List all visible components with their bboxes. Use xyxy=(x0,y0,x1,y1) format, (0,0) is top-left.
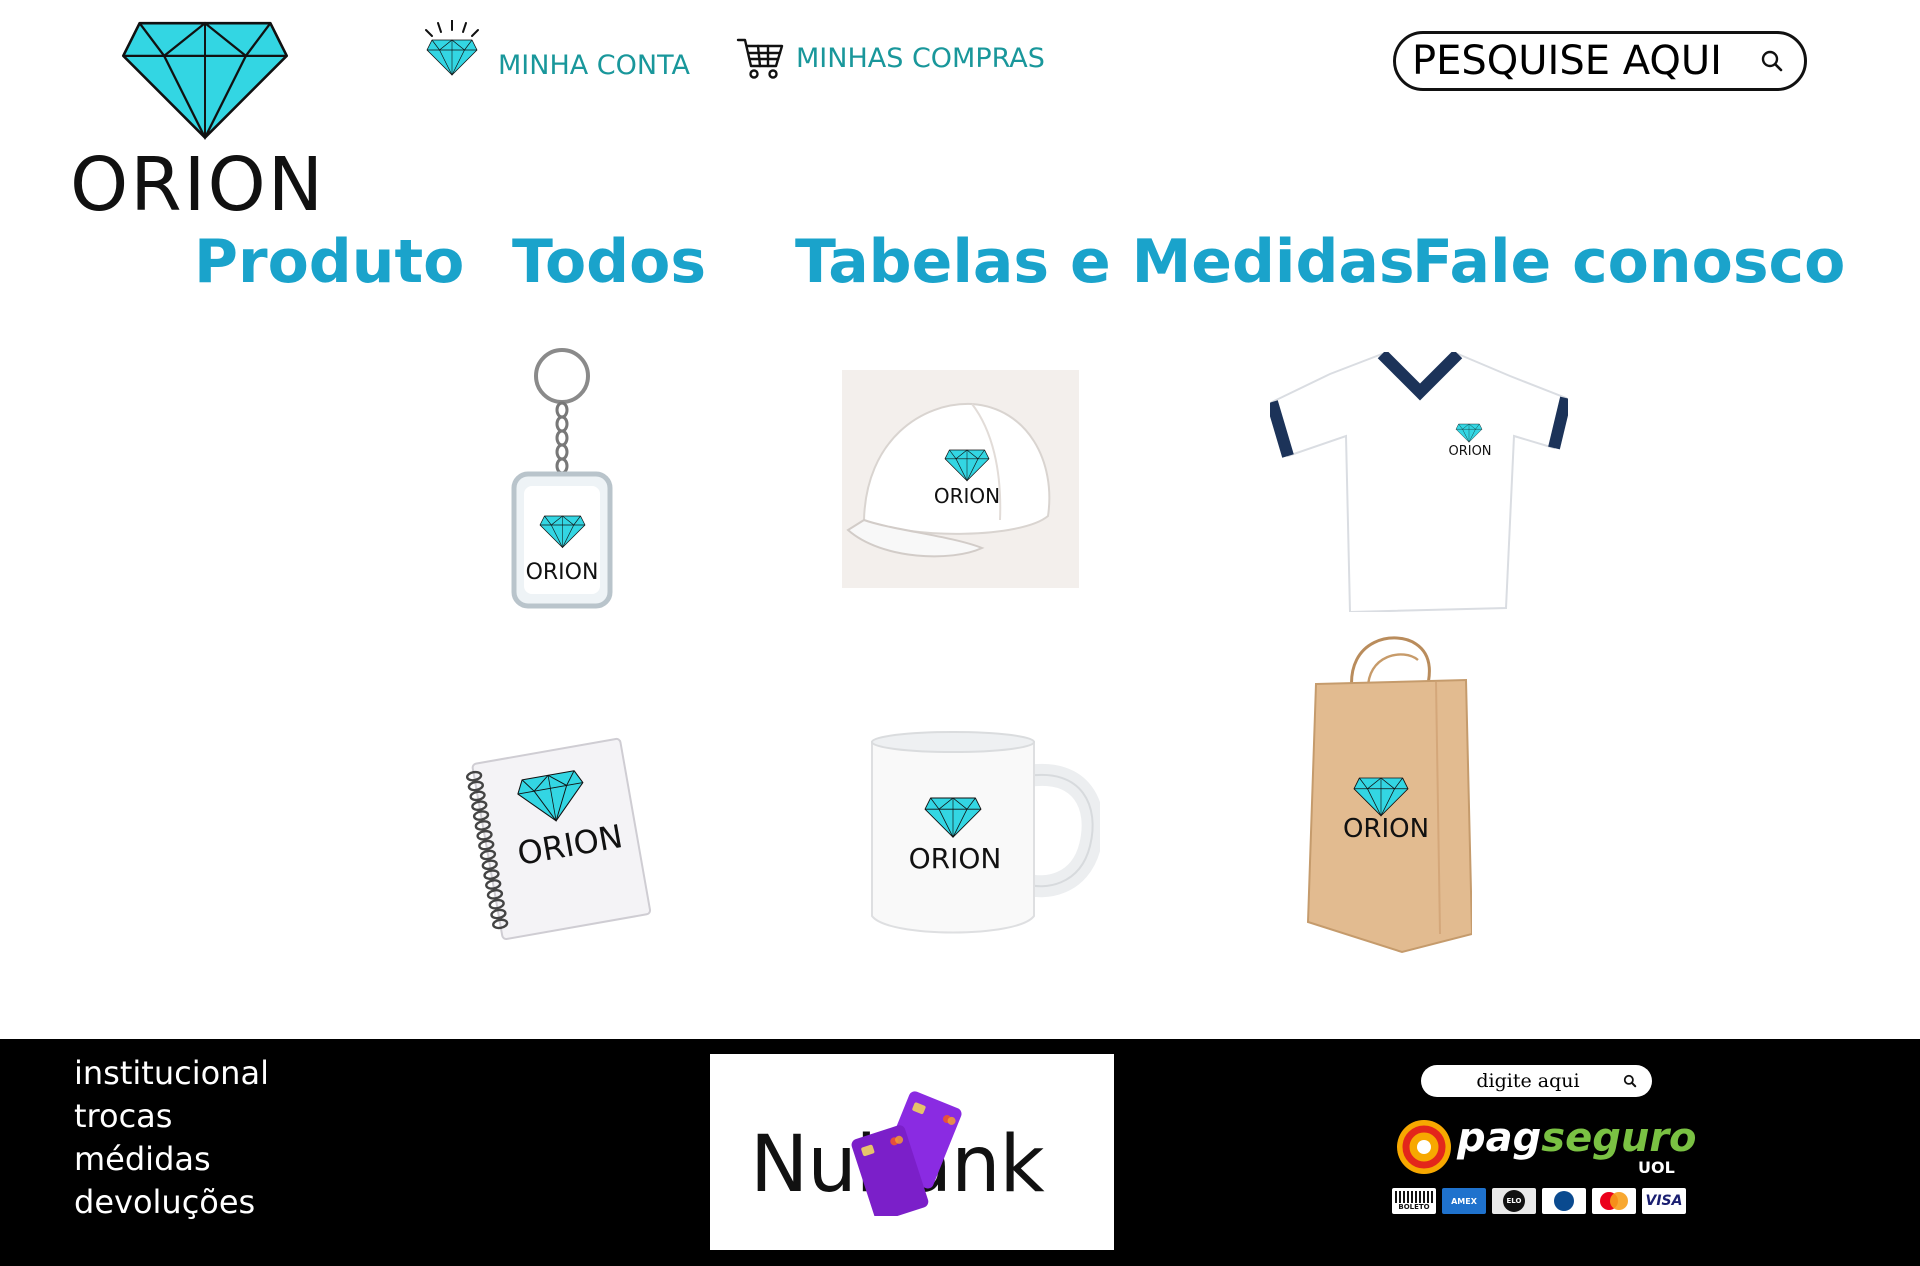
footer-search-icon[interactable] xyxy=(1623,1074,1637,1088)
pagseguro-uol-label: UOL xyxy=(1638,1158,1675,1177)
nubank-cards-icon xyxy=(851,1091,962,1216)
payment-methods: BOLETO AMEX ELO VISA xyxy=(1392,1188,1686,1214)
diamond-sparkle-icon xyxy=(425,20,479,76)
footer-search-box xyxy=(1421,1065,1652,1097)
payment-method-visa: VISA xyxy=(1645,1193,1683,1209)
header-search-input[interactable] xyxy=(1410,37,1754,85)
shirt-brand-text: ORION xyxy=(1448,444,1492,459)
brand-wordmark: ORION xyxy=(70,142,326,228)
product-cap[interactable]: ORION xyxy=(842,370,1079,588)
my-account-label: MINHA CONTA xyxy=(498,49,690,81)
diamond-logo-icon xyxy=(121,21,289,139)
shirt-image xyxy=(1266,349,1572,614)
my-account-link[interactable]: MINHA CONTA xyxy=(418,20,690,86)
payment-method-amex: AMEX xyxy=(1451,1196,1477,1206)
footer-search-input[interactable] xyxy=(1433,1070,1623,1092)
pagseguro-wordmark-accent: seguro xyxy=(1541,1115,1697,1161)
mastercard-icon xyxy=(1592,1188,1636,1214)
paper-bag-image xyxy=(1306,636,1474,954)
payment-method-boleto: BOLETO xyxy=(1398,1203,1430,1211)
nav-produto[interactable]: Produto xyxy=(194,232,464,292)
shopping-cart-icon xyxy=(736,38,784,79)
elo-icon: ELO xyxy=(1492,1188,1536,1214)
nav-todos[interactable]: Todos xyxy=(512,232,706,292)
product-mug[interactable]: ORION xyxy=(868,730,1104,938)
amex-icon: AMEX xyxy=(1442,1188,1486,1214)
bag-brand-text: ORION xyxy=(1342,814,1430,844)
my-purchases-link[interactable]: MINHAS COMPRAS xyxy=(736,36,1045,80)
footer-link-medidas[interactable]: médidas xyxy=(74,1138,269,1181)
footer-link-institucional[interactable]: institucional xyxy=(74,1052,269,1095)
product-shirt[interactable]: ORION xyxy=(1266,349,1572,614)
visa-icon: VISA xyxy=(1642,1188,1686,1214)
footer-link-devolucoes[interactable]: devoluções xyxy=(74,1181,269,1224)
footer-links: institucional trocas médidas devoluções xyxy=(74,1052,269,1224)
nav-tabelas-medidas[interactable]: Tabelas e Medidas xyxy=(795,232,1415,292)
footer-link-trocas[interactable]: trocas xyxy=(74,1095,269,1138)
search-icon[interactable] xyxy=(1760,49,1784,73)
cap-image xyxy=(846,402,1051,558)
payment-method-elo: ELO xyxy=(1503,1190,1525,1212)
keychain-brand-text: ORION xyxy=(525,560,599,585)
my-purchases-label: MINHAS COMPRAS xyxy=(796,42,1045,74)
nav-fale-conosco[interactable]: Fale conosco xyxy=(1412,232,1845,292)
header-search-box xyxy=(1393,31,1807,91)
brand-logo[interactable]: ORION xyxy=(70,8,340,223)
cap-brand-text: ORION xyxy=(933,484,1001,508)
pagseguro-logo: pagseguro UOL xyxy=(1395,1118,1697,1182)
diners-icon xyxy=(1542,1188,1586,1214)
nubank-banner[interactable]: Nubank xyxy=(710,1054,1114,1250)
mug-image xyxy=(871,731,1104,934)
pagseguro-emblem-icon xyxy=(1397,1120,1451,1174)
pagseguro-wordmark: pagseguro xyxy=(1457,1118,1697,1158)
product-bag[interactable]: ORION xyxy=(1306,634,1474,954)
mug-brand-text: ORION xyxy=(908,842,1002,875)
pagseguro-wordmark-main: pag xyxy=(1457,1115,1542,1161)
product-notebook[interactable]: ORION xyxy=(465,732,656,942)
boleto-icon: BOLETO xyxy=(1392,1188,1436,1214)
product-keychain[interactable]: ORION xyxy=(500,340,624,612)
